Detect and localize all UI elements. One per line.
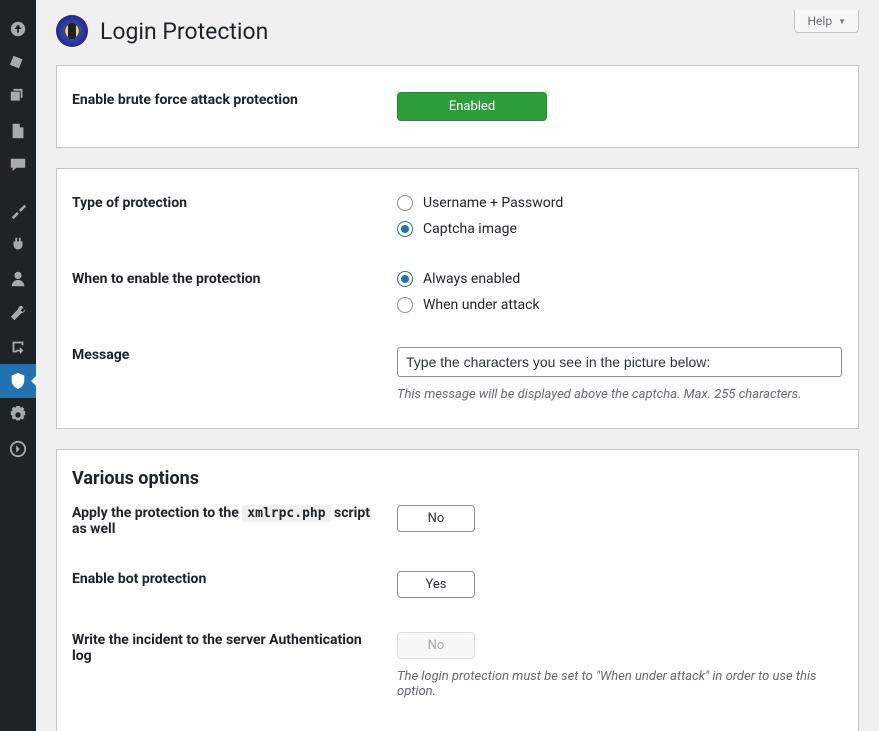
admin-sidebar (0, 0, 36, 731)
sidebar-users[interactable] (0, 262, 36, 296)
enable-protection-label: Enable brute force attack protection (72, 92, 397, 121)
panel-enable: Enable brute force attack protection Ena… (56, 65, 859, 148)
radio-captcha-image[interactable]: Captcha image (397, 221, 843, 237)
sidebar-import[interactable] (0, 330, 36, 364)
bot-protection-toggle[interactable]: Yes (397, 571, 475, 598)
sidebar-dashboard[interactable] (0, 12, 36, 46)
when-enable-label: When to enable the protection (72, 271, 397, 313)
authlog-label: Write the incident to the server Authent… (72, 632, 397, 699)
firewall-logo-icon (56, 15, 88, 47)
authlog-description: The login protection must be set to "Whe… (397, 669, 843, 699)
sidebar-collapse[interactable] (0, 432, 36, 466)
sidebar-tools[interactable] (0, 296, 36, 330)
sidebar-firewall[interactable] (0, 364, 36, 398)
radio-icon (397, 297, 413, 313)
message-input[interactable] (397, 347, 842, 377)
radio-label: Captcha image (423, 221, 517, 237)
xmlrpc-code: xmlrpc.php (242, 505, 330, 522)
chevron-down-icon: ▼ (838, 17, 846, 26)
type-of-protection-label: Type of protection (72, 195, 397, 237)
radio-label: Username + Password (423, 195, 563, 211)
sidebar-settings[interactable] (0, 398, 36, 432)
sidebar-posts[interactable] (0, 46, 36, 80)
panel-various: Various options Apply the protection to … (56, 449, 859, 731)
xmlrpc-label: Apply the protection to the xmlrpc.php s… (72, 505, 397, 537)
page-title: Login Protection (56, 10, 268, 47)
message-description: This message will be displayed above the… (397, 387, 843, 402)
radio-label: Always enabled (423, 271, 520, 287)
radio-icon (397, 195, 413, 211)
radio-username-password[interactable]: Username + Password (397, 195, 843, 211)
sidebar-media[interactable] (0, 80, 36, 114)
radio-label: When under attack (423, 297, 540, 313)
message-label: Message (72, 347, 397, 402)
help-label: Help (807, 14, 832, 28)
radio-when-under-attack[interactable]: When under attack (397, 297, 843, 313)
bot-protection-label: Enable bot protection (72, 571, 397, 598)
radio-icon (397, 221, 413, 237)
xmlrpc-toggle[interactable]: No (397, 505, 475, 532)
enabled-button[interactable]: Enabled (397, 92, 547, 121)
sidebar-comments[interactable] (0, 148, 36, 182)
radio-icon (397, 271, 413, 287)
sidebar-pages[interactable] (0, 114, 36, 148)
help-dropdown[interactable]: Help ▼ (794, 10, 859, 33)
panel-config: Type of protection Username + Password C… (56, 168, 859, 429)
radio-always-enabled[interactable]: Always enabled (397, 271, 843, 287)
authlog-toggle: No (397, 632, 475, 659)
sidebar-appearance[interactable] (0, 194, 36, 228)
sidebar-plugins[interactable] (0, 228, 36, 262)
various-options-heading: Various options (57, 468, 858, 497)
page-title-text: Login Protection (100, 18, 268, 45)
